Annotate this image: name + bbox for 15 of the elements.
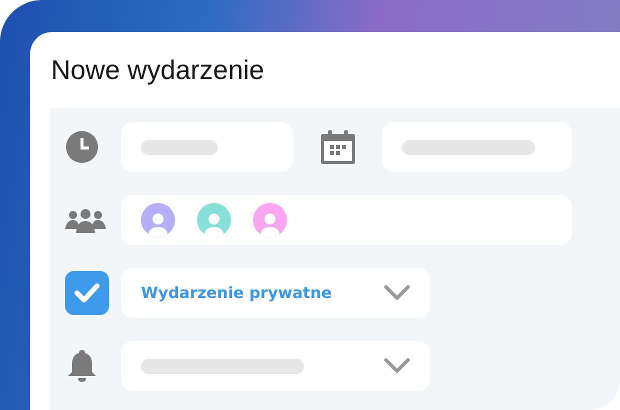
chevron-down-icon <box>384 285 410 301</box>
attendees-field[interactable] <box>121 195 572 245</box>
checkbox[interactable] <box>65 271 109 315</box>
event-type-dropdown[interactable]: Wydarzenie prywatne <box>121 268 430 318</box>
chevron-down-icon <box>384 358 410 374</box>
people-group-icon <box>65 207 106 233</box>
dropdown-value: Wydarzenie prywatne <box>141 284 333 302</box>
time-field[interactable] <box>121 122 293 172</box>
bell-icon <box>67 349 97 383</box>
date-field[interactable] <box>382 122 572 172</box>
calendar-icon <box>320 129 356 165</box>
checkmark-icon <box>74 283 100 303</box>
clock-icon <box>65 130 99 164</box>
reminder-dropdown[interactable] <box>121 341 430 391</box>
dialog-title: Nowe wydarzenie <box>51 54 266 87</box>
